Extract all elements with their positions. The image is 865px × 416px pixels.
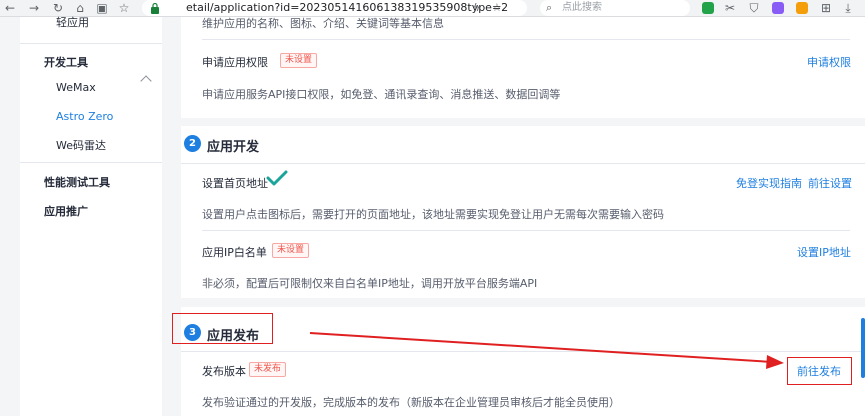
search-placeholder: 点此搜索 [562, 2, 602, 13]
section-title-development: 应用开发 [207, 140, 260, 155]
basic-info-desc: 维护应用的名称、图标、介绍、关键词等基本信息 [202, 17, 444, 30]
shield-icon[interactable]: ⛉ [746, 1, 762, 15]
sidebar: 轻应用 开发工具 WeMax Astro Zero We码雷达 性能测试工具 应… [20, 16, 162, 416]
check-icon [266, 170, 288, 186]
row-divider [202, 230, 850, 231]
sidebar-item-light-app[interactable]: 轻应用 [56, 13, 198, 33]
scissors-icon[interactable]: ✂ [722, 1, 738, 15]
extension-purple-icon[interactable] [772, 2, 784, 14]
request-permission-link[interactable]: 申请权限 [807, 54, 851, 70]
annotation-arrow [309, 332, 784, 369]
address-bar[interactable]: etail/application?id=2023051416061383195… [142, 0, 527, 16]
sidebar-group-promotion[interactable]: 应用推广 [44, 202, 186, 222]
annotation-box-publish-title [172, 313, 273, 344]
set-ip-link[interactable]: 设置IP地址 [797, 244, 851, 260]
publish-version-desc: 发布验证通过的开发版，完成版本的发布（新版本在企业管理员审核后才能全员使用） [202, 396, 620, 409]
back-icon[interactable]: ← [2, 1, 18, 15]
ip-whitelist-desc: 非必须，配置后可限制仅来自白名单IP地址，调用开放平台服务端API [202, 277, 538, 290]
sidebar-item-astro-zero[interactable]: Astro Zero [56, 107, 198, 127]
sso-guide-link[interactable]: 免登实现指南 [736, 175, 802, 191]
grid-icon[interactable]: ⊞ [818, 1, 834, 15]
row-divider [202, 39, 850, 40]
sidebar-divider [20, 162, 162, 163]
browser-search-box[interactable]: ⌕ 点此搜索 [540, 0, 690, 16]
section-divider [181, 163, 865, 164]
sidebar-group-perf-test[interactable]: 性能测试工具 [44, 173, 186, 193]
publish-status-badge: 未发布 [249, 362, 287, 377]
scrollbar-thumb[interactable] [861, 318, 865, 378]
ip-whitelist-title: 应用IP白名单 [202, 246, 267, 259]
app-development-panel: 2 应用开发 设置首页地址 免登实现指南 前往设置 设置用户点击图标后，需要打开… [181, 126, 865, 298]
go-setup-link[interactable]: 前往设置 [808, 175, 852, 191]
search-icon: ⌕ [546, 1, 553, 14]
permission-status-badge: 未设置 [280, 53, 318, 68]
url-text: etail/application?id=2023051416061383195… [186, 1, 509, 14]
permission-desc: 申请应用服务API接口权限，如免登、通讯录查询、消息推送、数据回调等 [202, 88, 561, 101]
star-icon[interactable]: ☆ [492, 0, 502, 16]
annotation-box-publish-link [787, 357, 852, 385]
sidebar-item-wemax[interactable]: WeMax [56, 78, 198, 98]
sidebar-divider [20, 43, 162, 44]
extension-green-icon[interactable] [702, 2, 714, 14]
homepage-desc: 设置用户点击图标后，需要打开的页面地址，该地址需要实现免登让用户无需每次需要输入… [202, 208, 664, 221]
game-icon[interactable] [796, 2, 808, 14]
step-2-badge: 2 [184, 135, 201, 152]
permission-title: 申请应用权限 [202, 56, 268, 69]
basic-info-panel: 维护应用的名称、图标、介绍、关键词等基本信息 申请应用权限 未设置 申请权限 申… [181, 17, 865, 118]
sidebar-item-we-radar[interactable]: We码雷达 [56, 136, 198, 156]
forward-icon[interactable]: → [26, 1, 42, 15]
sidebar-group-dev-tools[interactable]: 开发工具 [44, 53, 186, 73]
download-icon[interactable]: ⤓ [840, 1, 856, 15]
ip-status-badge: 未设置 [272, 243, 310, 258]
publish-version-title: 发布版本 [202, 365, 246, 378]
homepage-title: 设置首页地址 [202, 177, 268, 190]
lightning-icon[interactable]: ϟ [473, 0, 480, 16]
